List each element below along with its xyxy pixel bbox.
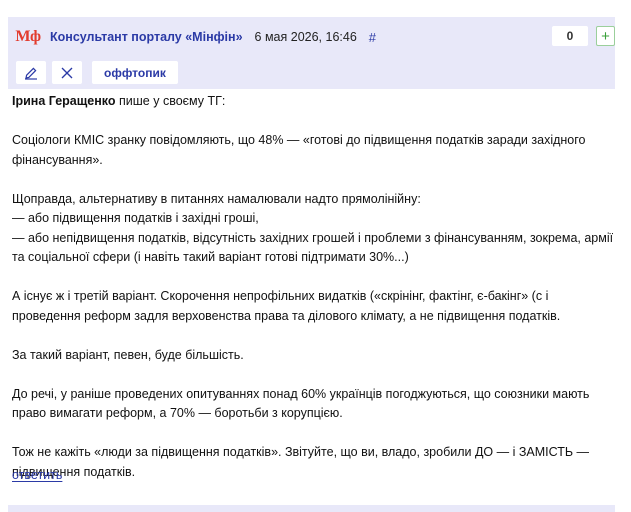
paragraph-2-line-3: — або непідвищення податків, відсутність…: [12, 230, 614, 265]
offtopic-tag[interactable]: оффтопик: [92, 61, 178, 84]
intro-text: пише у своєму ТГ:: [115, 94, 226, 108]
paragraph-2: Щоправда, альтернативу в питаннях намалю…: [12, 190, 615, 268]
paragraph-3: А існує ж і третій варіант. Скорочення н…: [12, 289, 561, 323]
minfin-logo: Мф: [15, 28, 41, 45]
permalink-hash[interactable]: #: [369, 30, 376, 45]
pencil-icon: [25, 67, 37, 80]
intro-line: Ірина Геращенко пише у своєму ТГ:: [12, 92, 615, 112]
post-date: 6 мая 2026, 16:46: [254, 30, 357, 44]
paragraph-4: За такий варіант, певен, буде більшість.: [12, 347, 244, 362]
quoted-person: Ірина Геращенко: [12, 94, 116, 108]
paragraph-6: Тож не кажіть «люди за підвищення податк…: [12, 445, 590, 479]
post-body: Ірина Геращенко пише у своєму ТГ: Соціол…: [12, 92, 615, 482]
post-meta-row: Мф Консультант порталу «Мінфін» 6 мая 20…: [8, 17, 615, 57]
post-toolbar: оффтопик: [8, 57, 615, 89]
next-post-header: [8, 505, 615, 512]
author-link[interactable]: Консультант порталу «Мінфін»: [50, 30, 243, 44]
post-header: Мф Консультант порталу «Мінфін» 6 мая 20…: [8, 17, 615, 89]
paragraph-1: Соціологи КМІС зранку повідомляють, що 4…: [12, 133, 586, 167]
vote-count: 0: [552, 26, 588, 46]
reply-link[interactable]: ответить: [12, 468, 62, 482]
close-icon: [61, 67, 73, 78]
edit-button[interactable]: [16, 61, 46, 84]
forum-post: Мф Консультант порталу «Мінфін» 6 мая 20…: [0, 0, 631, 512]
paragraph-2-line-2: — або підвищення податків і західні грош…: [12, 211, 259, 225]
close-button[interactable]: [52, 61, 82, 84]
paragraph-5: До речі, у раніше проведених опитуваннях…: [12, 386, 590, 421]
paragraph-2-line-1: Щоправда, альтернативу в питаннях намалю…: [12, 191, 421, 206]
vote-plus-button[interactable]: +: [596, 26, 615, 46]
